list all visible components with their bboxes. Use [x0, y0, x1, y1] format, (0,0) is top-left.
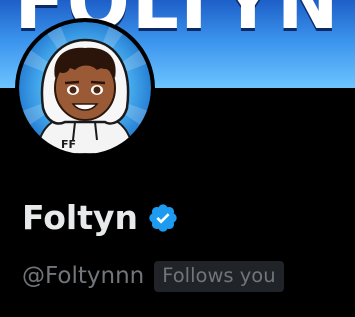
handle-row: @Foltynnn Follows you: [22, 258, 284, 294]
name-row: Foltyn: [22, 194, 179, 242]
svg-text:FF: FF: [61, 138, 76, 151]
profile-header: FOLTYN FF Foltyn @Foltynnn Follows you: [0, 0, 355, 317]
profile-avatar[interactable]: FF: [15, 18, 155, 158]
display-name: Foltyn: [22, 198, 138, 237]
profile-handle: @Foltynnn: [22, 263, 145, 289]
follows-you-badge: Follows you: [154, 260, 284, 292]
avatar-image: FF: [19, 22, 151, 154]
verified-badge-icon[interactable]: [147, 202, 179, 234]
